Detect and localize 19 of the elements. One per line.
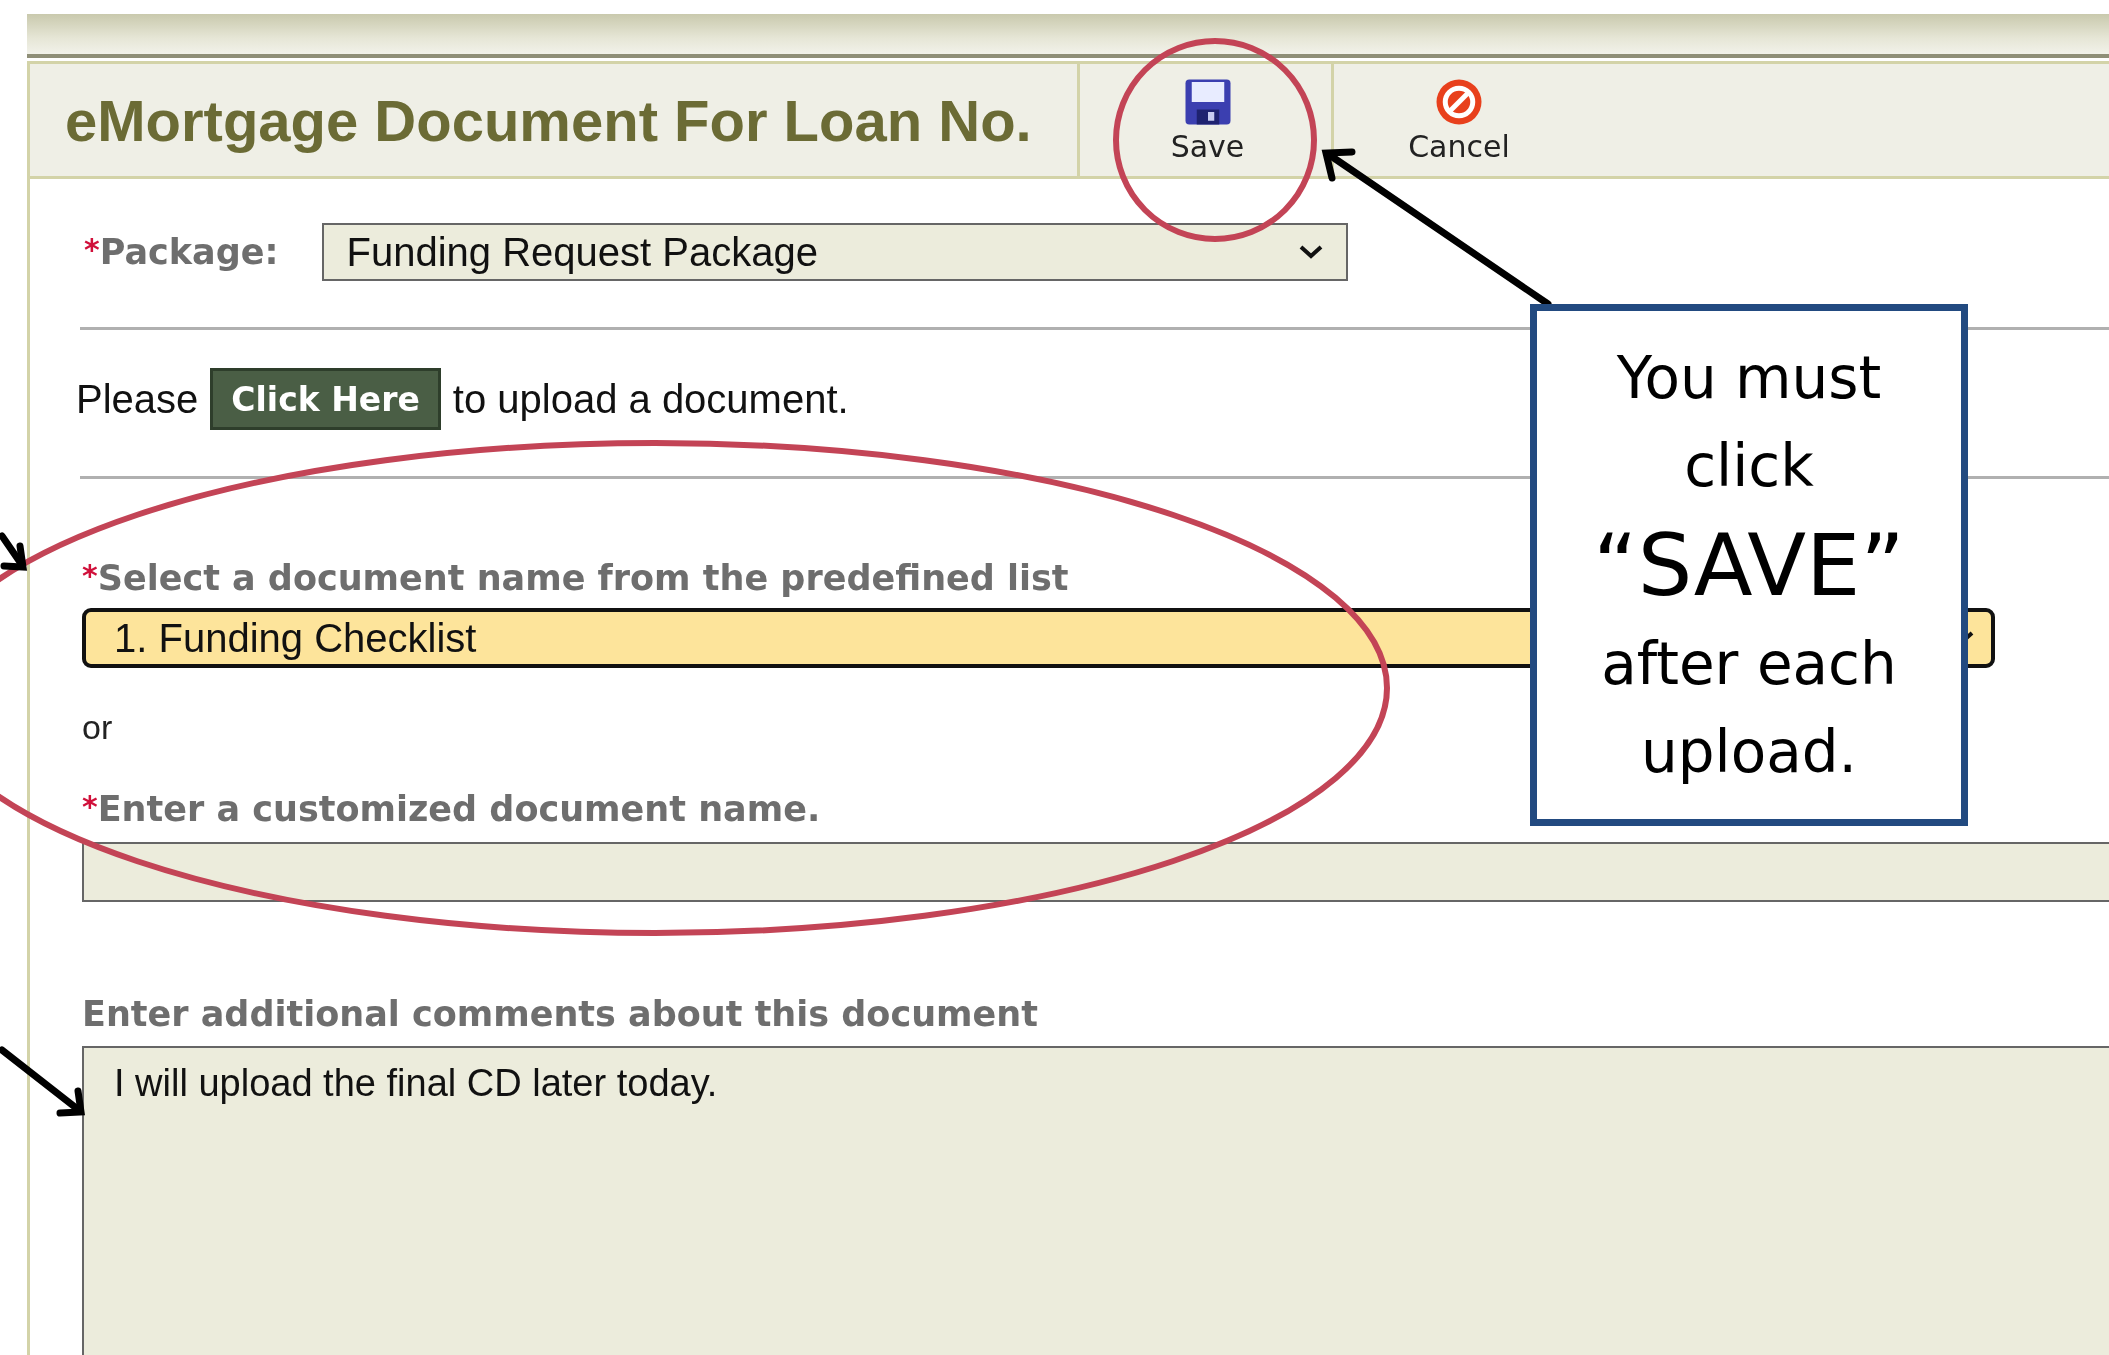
comments-label: Enter additional comments about this document [82,994,1038,1034]
comments-field[interactable]: I will upload the final CD later today. [82,1046,2109,1355]
upload-prompt-text: to upload a document. [452,376,849,422]
page-title: eMortgage Document For Loan No. [30,64,1080,176]
custom-name-label: *Enter a customized document name. [82,789,821,829]
save-button[interactable]: Save [1084,64,1334,176]
or-text: or [82,708,113,747]
click-here-button[interactable]: Click Here [210,368,441,430]
chevron-down-icon [1298,244,1325,260]
package-dropdown[interactable]: Funding Request Package [322,223,1349,281]
callout-text: You must [1616,343,1882,414]
pointer-arrow [0,532,28,571]
callout-text: click [1684,431,1814,502]
upload-prompt-text: Please [76,376,199,422]
document-name-label: *Select a document name from the predefined list [82,558,1069,598]
cancel-button[interactable]: Cancel [1334,64,1584,176]
package-label: *Package: [84,232,279,272]
callout-text: upload. [1641,717,1857,788]
custom-name-field[interactable] [82,842,2109,902]
